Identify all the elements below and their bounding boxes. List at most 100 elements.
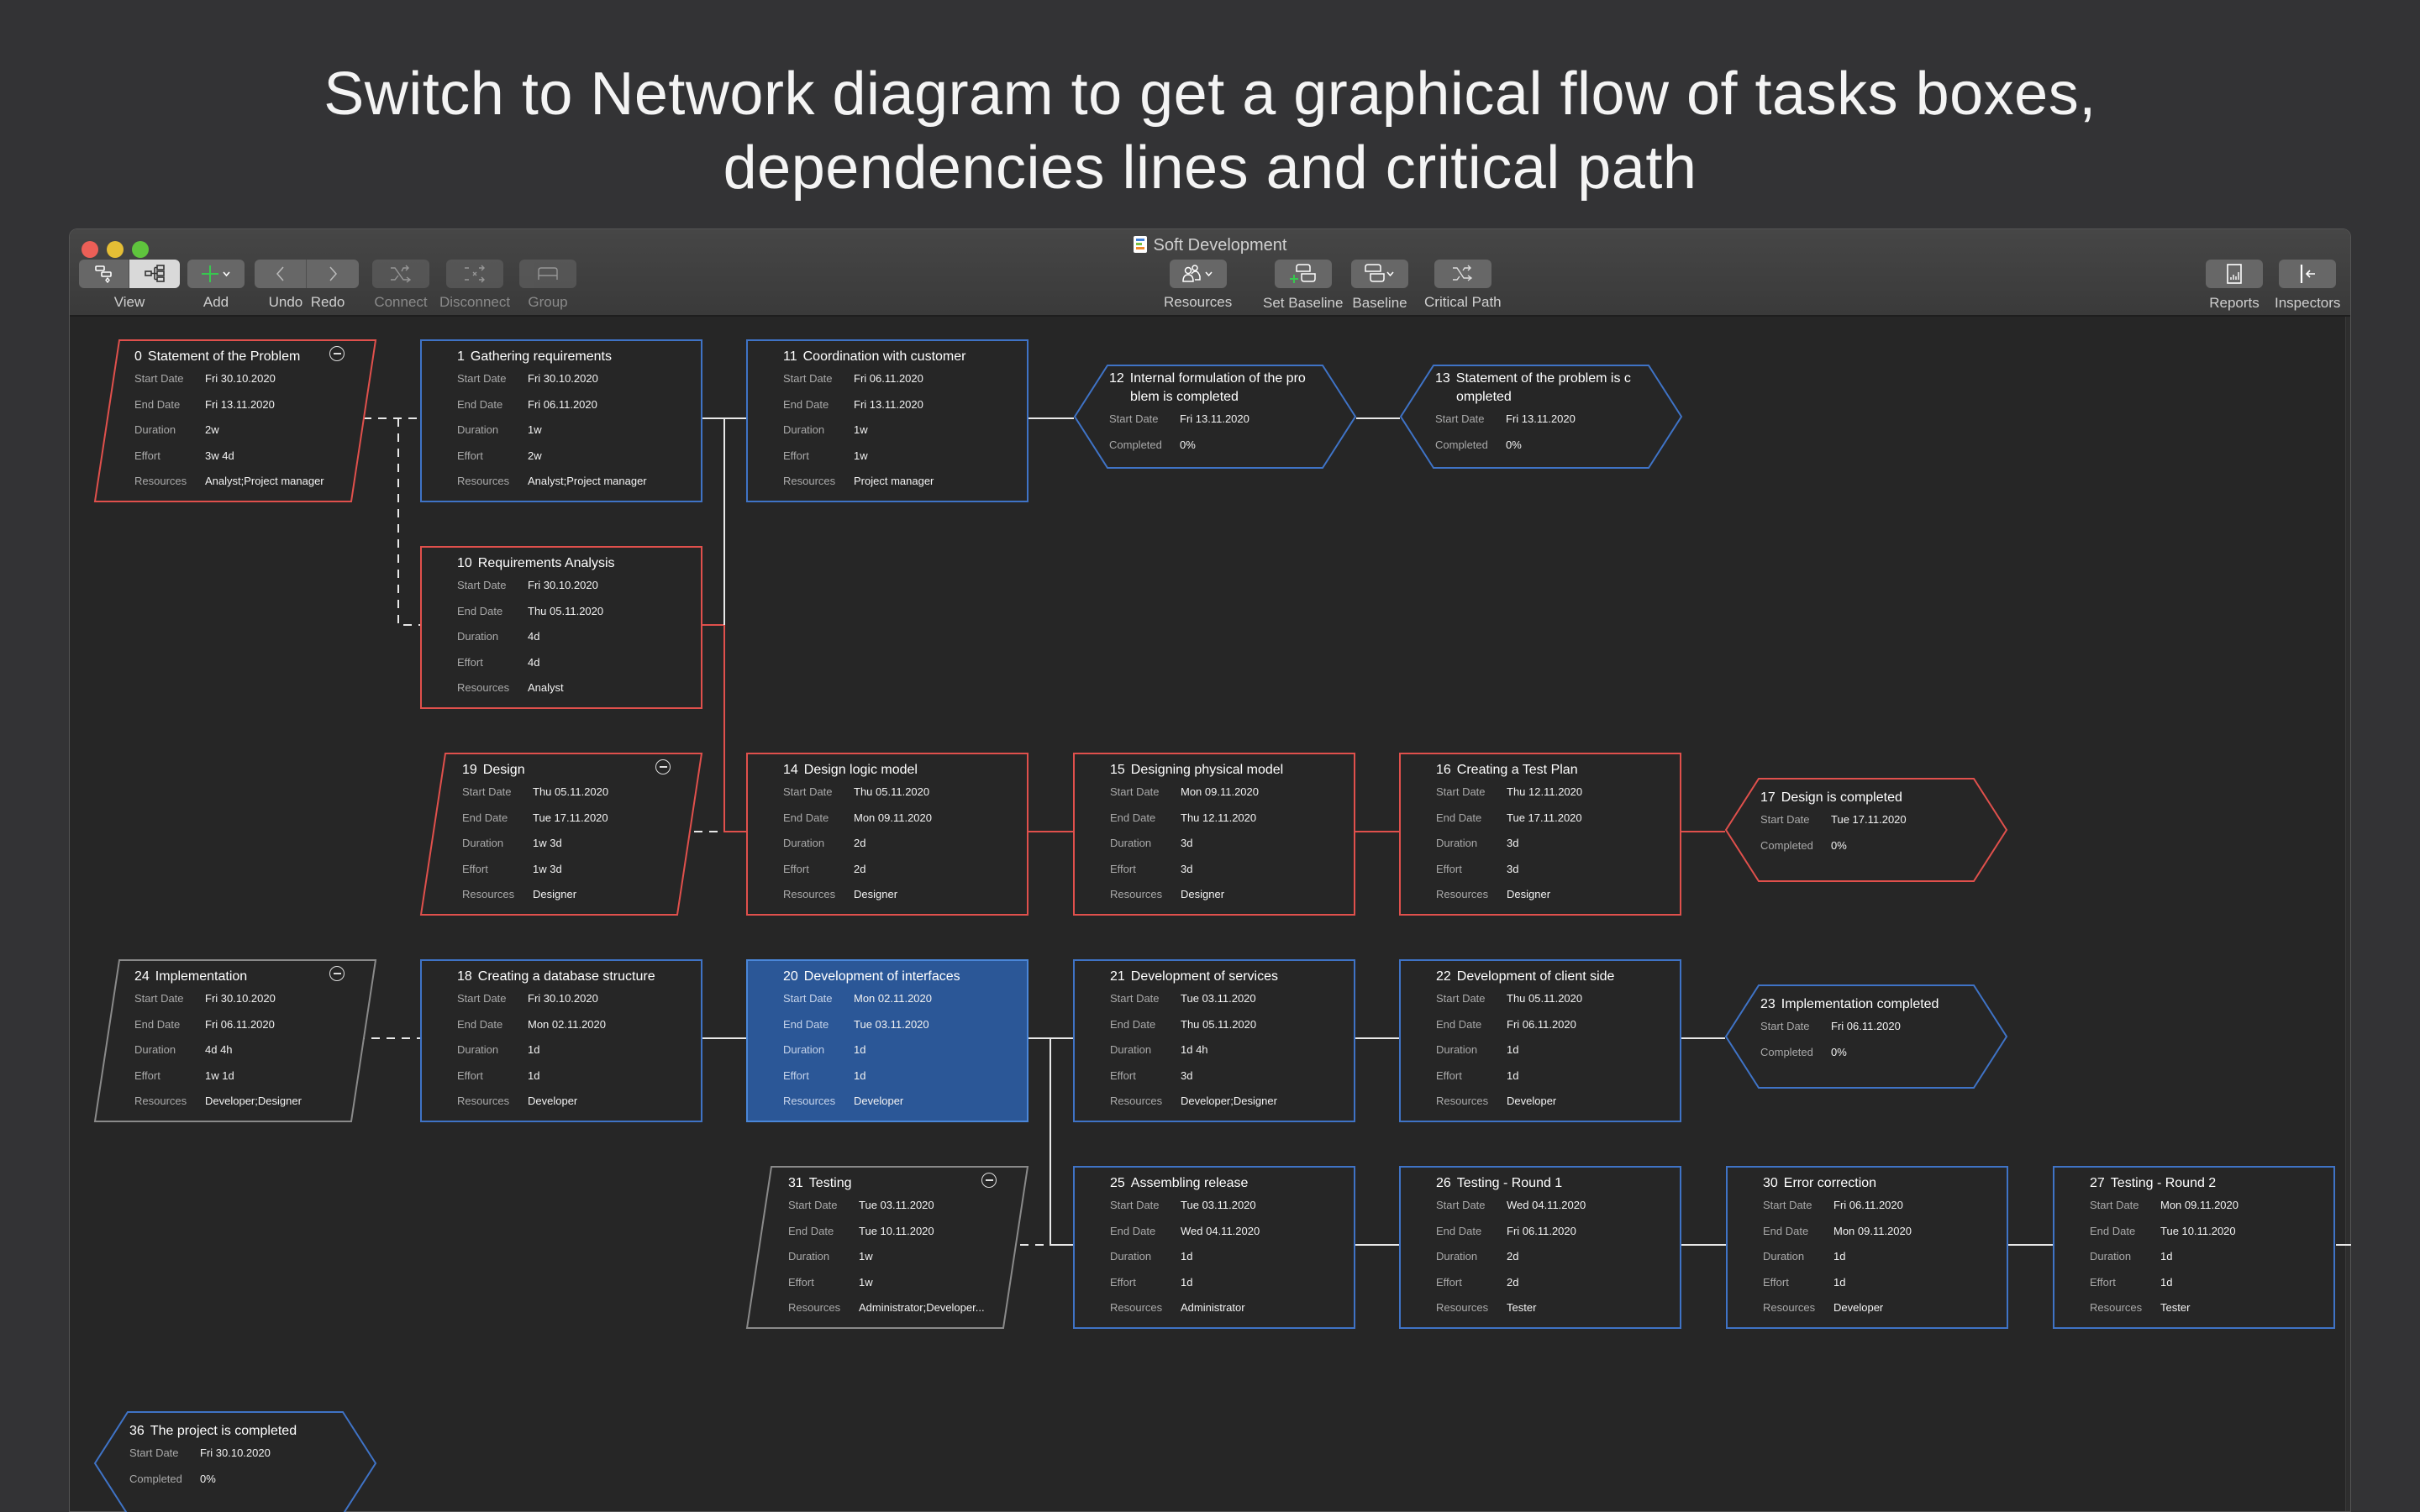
disconnect-icon [465, 265, 486, 283]
redo-button[interactable] [307, 260, 359, 288]
task-node[interactable]: 21 Development of services Start Date Tue 0… [1073, 959, 1355, 1122]
gantt-chart-icon [94, 265, 112, 284]
connect-button[interactable] [372, 260, 429, 288]
task-node[interactable]: 11 Coordination with customer Start Date Fr… [746, 339, 1028, 502]
add-group: Add [187, 260, 245, 311]
plus-icon [202, 265, 230, 282]
completed-row: Completed 0% [129, 1472, 216, 1485]
view-segmented-control[interactable] [79, 260, 180, 288]
start-date-row: Start Date Wed 04.11.2020 [1436, 1199, 1586, 1211]
task-node[interactable]: 15 Designing physical model Start Date Mon … [1073, 753, 1355, 916]
critical-path-icon [1452, 265, 1472, 281]
task-node[interactable]: 27 Testing - Round 2 Start Date Mon 09.11.2… [2053, 1166, 2335, 1329]
resources-row: Resources Developer [457, 1095, 578, 1107]
resources-button[interactable] [1169, 260, 1227, 288]
duration-row: Duration 1w [788, 1250, 873, 1263]
task-node[interactable]: 26 Testing - Round 1 Start Date Wed 04.11.2… [1399, 1166, 1681, 1329]
node-title: 19 Design [462, 763, 525, 777]
network-view-button[interactable] [129, 260, 180, 288]
resources-row: Resources Developer [783, 1095, 904, 1107]
start-date-row: Start Date Thu 05.11.2020 [1436, 992, 1583, 1005]
duration-row: Duration 2d [783, 837, 866, 849]
node-title: 12 Internal formulation of the pro [1109, 371, 1306, 386]
task-node[interactable]: 18 Creating a database structure Start Dat… [420, 959, 702, 1122]
group-button[interactable] [519, 260, 576, 288]
effort-row: Effort 1d [2090, 1275, 2173, 1289]
set-baseline-group: Set Baseline [1263, 260, 1343, 312]
duration-row: Duration 1d [2090, 1250, 2173, 1263]
resources-row: Resources Designer [1110, 888, 1225, 900]
people-icon [1181, 265, 1213, 282]
inspectors-sidebar-icon [2301, 265, 2316, 283]
task-node[interactable]: 22 Development of client side Start Date Th… [1399, 959, 1681, 1122]
end-date-row: End Date Fri 13.11.2020 [134, 397, 275, 411]
effort-row: Effort 1d [1110, 1275, 1193, 1289]
inspectors-button[interactable] [2279, 260, 2337, 288]
node-title-continued: blem is completed [1130, 390, 1239, 404]
duration-row: Duration 1d [1436, 1043, 1519, 1056]
effort-row: Effort 1w 3d [462, 862, 562, 875]
reports-group: Reports [2206, 260, 2263, 312]
node-title: 18 Creating a database structure [457, 969, 655, 984]
summary-task-node[interactable]: 24 Implementation Start Date Fri 30.10.2020… [93, 959, 377, 1122]
end-date-row: End Date Fri 06.11.2020 [134, 1017, 275, 1031]
resources-row: Resources Project manager [783, 475, 934, 487]
summary-task-node[interactable]: 31 Testing Start Date Tue 03.11.2020 End Dat… [745, 1166, 1029, 1329]
task-node[interactable]: 25 Assembling release Start Date Tue 03.11.… [1073, 1166, 1355, 1329]
node-title: 13 Statement of the problem is c [1435, 371, 1631, 386]
task-node[interactable]: 16 Creating a Test Plan Start Date Thu 12.1… [1399, 753, 1681, 916]
view-group: View [79, 260, 180, 311]
end-date-row: End Date Tue 10.11.2020 [2090, 1224, 2236, 1237]
group-icon [538, 267, 558, 280]
task-node[interactable]: 1 Gathering requirements Start Date Fri 30.… [420, 339, 702, 502]
start-date-row: Start Date Thu 05.11.2020 [462, 785, 609, 798]
node-title: 15 Designing physical model [1110, 763, 1284, 777]
effort-row: Effort 2d [783, 862, 866, 875]
task-node[interactable]: 10 Requirements Analysis Start Date Fri 30.… [420, 546, 702, 709]
resources-label: Resources [1164, 294, 1233, 310]
task-node[interactable]: 20 Development of interfaces Start Date Mon… [746, 959, 1028, 1122]
undo-button[interactable] [255, 260, 307, 288]
summary-task-node[interactable]: 19 Design Start Date Thu 05.11.2020 End Date… [419, 753, 703, 916]
node-title: 31 Testing [788, 1176, 852, 1190]
start-date-row: Start Date Fri 06.11.2020 [1760, 1020, 1901, 1032]
milestone-node[interactable]: 13 Statement of the problem is c ompleted S… [1399, 365, 1683, 469]
set-baseline-button[interactable] [1274, 260, 1332, 288]
gantt-view-button[interactable] [79, 260, 129, 288]
milestone-node[interactable]: 12 Internal formulation of the pro blem is… [1073, 365, 1357, 469]
milestone-node[interactable]: 23 Implementation completed Start Date Fri … [1724, 984, 2008, 1089]
end-date-row: End Date Tue 10.11.2020 [788, 1224, 934, 1237]
collapse-minus-icon[interactable] [655, 759, 671, 774]
effort-row: Effort 1d [1763, 1275, 1846, 1289]
collapse-minus-icon[interactable] [329, 966, 345, 981]
task-node[interactable]: 30 Error correction Start Date Fri 06.11.20… [1726, 1166, 2008, 1329]
collapse-minus-icon[interactable] [329, 346, 345, 361]
task-node[interactable]: 14 Design logic model Start Date Thu 05.11.… [746, 753, 1028, 916]
reports-button[interactable] [2206, 260, 2263, 288]
add-button[interactable] [187, 260, 245, 288]
milestone-node[interactable]: 36 The project is completed Start Date Fri … [93, 1411, 377, 1512]
critical-path-button[interactable] [1434, 260, 1491, 288]
start-date-row: Start Date Thu 12.11.2020 [1436, 785, 1583, 798]
effort-row: Effort 1w [788, 1275, 873, 1289]
chevron-right-icon [329, 266, 337, 281]
baseline-label: Baseline [1352, 295, 1407, 311]
milestone-node[interactable]: 17 Design is completed Start Date Tue 17.11… [1724, 778, 2008, 882]
node-title: 10 Requirements Analysis [457, 556, 615, 570]
disconnect-button[interactable] [446, 260, 504, 288]
start-date-row: Start Date Mon 09.11.2020 [2090, 1199, 2238, 1211]
undo-label: Undo [268, 294, 303, 310]
completed-row: Completed 0% [1435, 438, 1522, 451]
gantt-document-icon [1133, 236, 1147, 253]
vertical-scrollbar[interactable] [2345, 317, 2350, 1511]
summary-task-node[interactable]: 0 Statement of the Problem Start Date Fri 3… [93, 339, 377, 502]
resources-row: Resources Analyst [457, 681, 564, 694]
node-title: 14 Design logic model [783, 763, 918, 777]
resources-row: Resources Developer;Designer [1110, 1095, 1277, 1107]
end-date-row: End Date Fri 06.11.2020 [1436, 1017, 1576, 1031]
connect-group: Connect [372, 260, 429, 311]
effort-row: Effort 2w [457, 449, 542, 462]
resources-row: Resources Analyst;Project manager [457, 475, 647, 487]
start-date-row: Start Date Fri 13.11.2020 [1435, 412, 1576, 425]
baseline-button[interactable] [1351, 260, 1408, 288]
